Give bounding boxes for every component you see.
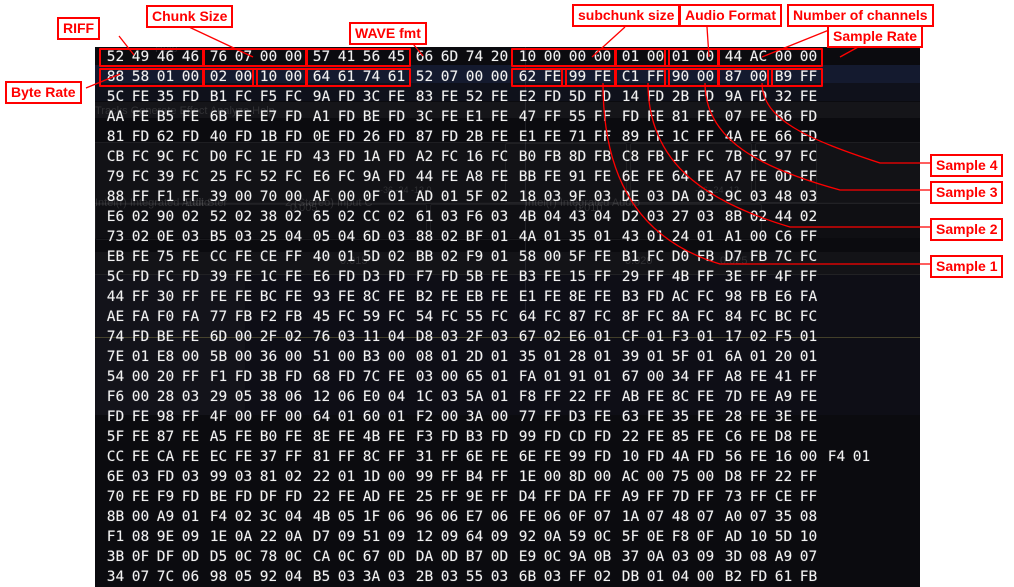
hex-row: 79 FC 39 FC 25 FC 52 FC E6 FC 9A FD 44 FE A8 FE BB FE 91 FE… [106, 169, 818, 185]
hex-row: CB FC 9C FC D0 FC 1E FD 43 FD 1A FD A2 FC 16 FC B0 FB 8D FB… [106, 149, 818, 165]
callout-sample-1: Sample 1 [930, 255, 1004, 278]
hex-row: 5F FE 87 FE A5 FE B0 FE 8E FE 4B FE F3 FD B3 FD 99 FD CD FD… [106, 429, 818, 445]
screenshot-root: Tracks Generate Effect Analyze Help Help… [0, 0, 1014, 587]
hex-row: 54 00 20 FF F1 FD 3B FD 68 FD 7C FE 03 00 65 01 FA 01 91 01… [106, 369, 818, 385]
hex-row: 88 58 01 00 02 00 10 00 64 61 74 61 52 07 00 00 62 FE 99 FE… [106, 69, 818, 85]
callout-sample-2: Sample 2 [930, 218, 1004, 241]
hex-row: 8B 00 A9 01 F4 02 3C 04 4B 05 1F 06 96 06 E7 06 FE 06 0F 07… [106, 509, 818, 525]
hex-row: AE FA F0 FA 77 FB F2 FB 45 FC 59 FC 54 FC 55 FC 64 FC 87 FC… [106, 309, 818, 325]
hex-row: 5C FE 35 FD B1 FC F5 FC 9A FD 3C FE 83 FE 52 FE E2 FD 5D FD… [106, 89, 818, 105]
hex-row: F1 08 9E 09 1E 0A 22 0A D7 09 51 09 12 09 64 09 92 0A 59 0C… [106, 529, 818, 545]
callout-subchunk-size: subchunk size [572, 4, 681, 27]
hex-row: 52 49 46 46 76 07 00 00 57 41 56 45 66 6D 74 20 10 00 00 00… [106, 49, 818, 65]
hex-row: 74 FD BE FE 6D 00 2F 02 76 03 11 04 D8 03 2F 03 67 02 E6 01… [106, 329, 818, 345]
hex-dump-panel: Tracks Generate Effect Analyze Help Help… [95, 47, 920, 587]
callout-byte-rate: Byte Rate [5, 81, 82, 104]
hex-row: 73 02 0E 03 B5 03 25 04 05 04 6D 03 88 02 BF 01 4A 01 35 01… [106, 229, 818, 245]
hex-row: E6 02 90 02 52 02 38 02 65 02 CC 02 61 03 F6 03 4B 04 43 04… [106, 209, 818, 225]
hex-row: 44 FF 30 FF FE FE BC FE 93 FE 8C FE B2 FE EB FE E1 FE 8E FE… [106, 289, 818, 305]
hex-rows: 52 49 46 46 76 07 00 00 57 41 56 45 66 6D 74 20 10 00 00 00… [95, 47, 920, 587]
callout-audio-format: Audio Format [679, 4, 782, 27]
hex-row: CC FE CA FE EC FE 37 FF 81 FF 8C FF 31 FF 6E FE 6E FE 99 FD… [106, 449, 871, 465]
hex-row: 81 FD 62 FD 40 FD 1B FD 0E FD 26 FD 87 FD 2B FE E1 FE 71 FF… [106, 129, 818, 145]
callout-num-channels: Number of channels [787, 4, 934, 27]
callout-riff: RIFF [57, 17, 101, 40]
hex-row: 7E 01 E8 00 5B 00 36 00 51 00 B3 00 08 01 2D 01 35 01 28 01… [106, 349, 818, 365]
hex-row: AA FE B5 FE 6B FE E7 FD A1 FD BE FD 3C FE E1 FE 47 FF 55 FF… [106, 109, 818, 125]
hex-row: EB FE 75 FE CC FE CE FF 40 01 5D 02 BB 02 F9 01 58 00 5F FE… [106, 249, 818, 265]
hex-row: 6E 03 FD 03 99 03 81 02 22 01 1D 00 99 FF B4 FF 1E 00 8D 00… [106, 469, 818, 485]
hex-row: 5C FD FC FD 39 FE 1C FE E6 FD D3 FD F7 FD 5B FE B3 FE 15 FF… [106, 269, 818, 285]
callout-sample-3: Sample 3 [930, 181, 1004, 204]
hex-row: 34 07 7C 06 98 05 92 04 B5 03 3A 03 2B 03 55 03 6B 03 FF 02… [106, 569, 818, 585]
hex-row: 3B 0F DF 0D D5 0C 78 0C CA 0C 67 0D DA 0D B7 0D E9 0C 9A 0B… [106, 549, 818, 565]
callout-sample-4: Sample 4 [930, 154, 1004, 177]
hex-row: 88 FF F1 FF 39 00 70 00 AF 00 0F 01 AD 01 5F 02 18 03 9F 03… [106, 189, 818, 205]
callout-sample-rate: Sample Rate [827, 25, 924, 48]
hex-row: FD FE 98 FF 4F 00 FF 00 64 01 60 01 F2 00 3A 00 77 FF D3 FE… [106, 409, 818, 425]
callout-chunk-size: Chunk Size [146, 5, 234, 28]
callout-wave-fmt: WAVE fmt [349, 22, 427, 45]
hex-row: F6 00 28 03 29 05 38 06 12 06 E0 04 1C 03 5A 01 F8 FF 22 FF… [106, 389, 818, 405]
hex-row: 70 FE F9 FD BE FD DF FD 22 FE AD FE 25 FF 9E FF D4 FF DA FF… [106, 489, 818, 505]
